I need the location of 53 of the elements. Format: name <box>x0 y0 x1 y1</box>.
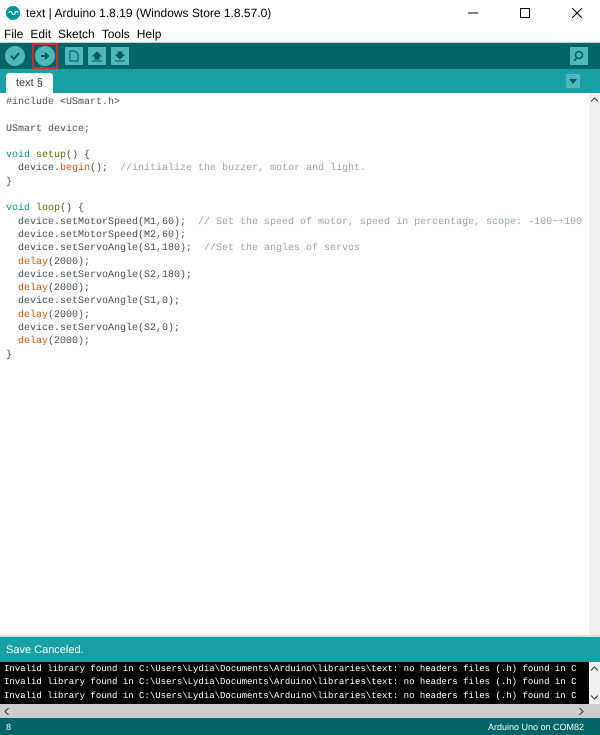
new-button[interactable] <box>62 44 86 68</box>
close-icon <box>572 8 582 18</box>
code-line: device.begin(); //initialize the buzzer, motor and light. <box>17 162 368 176</box>
code-line: device.setServoAngle(S2,0); <box>17 322 182 336</box>
console-line: Invalid library found in C:\Users\Lydia\Documents\Arduino\libraries\text: no headers files (.h) found in C <box>4 663 578 676</box>
scroll-up-icon <box>591 97 598 102</box>
status-message: Save Canceled. <box>6 644 84 656</box>
code-line: delay(2000); <box>17 282 92 296</box>
console-scrollbar[interactable] <box>589 662 600 704</box>
code-line: device.setServoAngle(S2,180); <box>17 268 194 282</box>
menu-item[interactable]: Sketch <box>58 27 95 41</box>
code-line: #include <USmart.h> <box>6 96 122 110</box>
code-line: delay(2000); <box>17 335 92 349</box>
magnifier-icon <box>572 50 586 62</box>
board-port-label: Arduino Uno on COM82 <box>488 722 584 732</box>
code-line: void loop() { <box>6 202 86 216</box>
menu-item[interactable]: File <box>4 27 24 41</box>
window-title: text | Arduino 1.8.19 (Windows Store 1.8.57.0) <box>26 6 272 20</box>
code-line: delay(2000); <box>17 256 92 269</box>
code-line: device.setMotorSpeed(M1,60); // Set the speed of motor, speed in percentage, scope: -100~+100 <box>17 216 584 229</box>
scroll-left-icon <box>4 708 9 714</box>
code-line: device.setServoAngle(S1,0); <box>17 295 182 309</box>
code-line: delay(2000); <box>17 308 92 322</box>
open-button[interactable] <box>85 44 109 68</box>
menu-item[interactable]: Tools <box>102 27 130 41</box>
tab-menu-button[interactable] <box>566 74 580 88</box>
app-logo-icon <box>6 6 20 20</box>
code-line: } <box>6 176 14 190</box>
horizontal-scrollbar[interactable] <box>0 704 600 718</box>
line-number: 8 <box>6 722 12 732</box>
checkmark-icon <box>9 50 21 62</box>
console-line: Invalid library found in C:\Users\Lydia\Documents\Arduino\libraries\text: no headers files (.h) found in C <box>4 690 578 703</box>
save-button[interactable] <box>108 44 132 68</box>
code-line: void setup() { <box>6 149 92 162</box>
caret-icon <box>569 78 577 84</box>
maximize-icon <box>520 8 530 18</box>
console-line: Invalid library found in C:\Users\Lydia\Documents\Arduino\libraries\text: no headers files (.h) found in C <box>4 676 578 690</box>
menu-item[interactable]: Help <box>136 27 162 41</box>
scroll-up-icon <box>591 666 598 671</box>
sketch-tab[interactable]: text § <box>6 73 53 93</box>
document-icon <box>69 50 79 62</box>
code-line: } <box>6 348 14 362</box>
scroll-right-icon <box>579 708 584 714</box>
right-arrow-icon <box>39 50 51 62</box>
vertical-scrollbar[interactable] <box>589 93 600 635</box>
serial-monitor-button[interactable] <box>570 47 588 65</box>
code-line: device.setServoAngle(S1,180); //Set the angles of servos <box>17 242 362 256</box>
scroll-down-icon <box>591 695 598 700</box>
up-arrow-icon <box>91 50 103 62</box>
code-line: device.setMotorSpeed(M2,60); <box>17 228 188 242</box>
code-line: USmart device; <box>6 122 92 136</box>
down-arrow-icon <box>114 50 126 62</box>
menu-item[interactable]: Edit <box>30 27 52 41</box>
